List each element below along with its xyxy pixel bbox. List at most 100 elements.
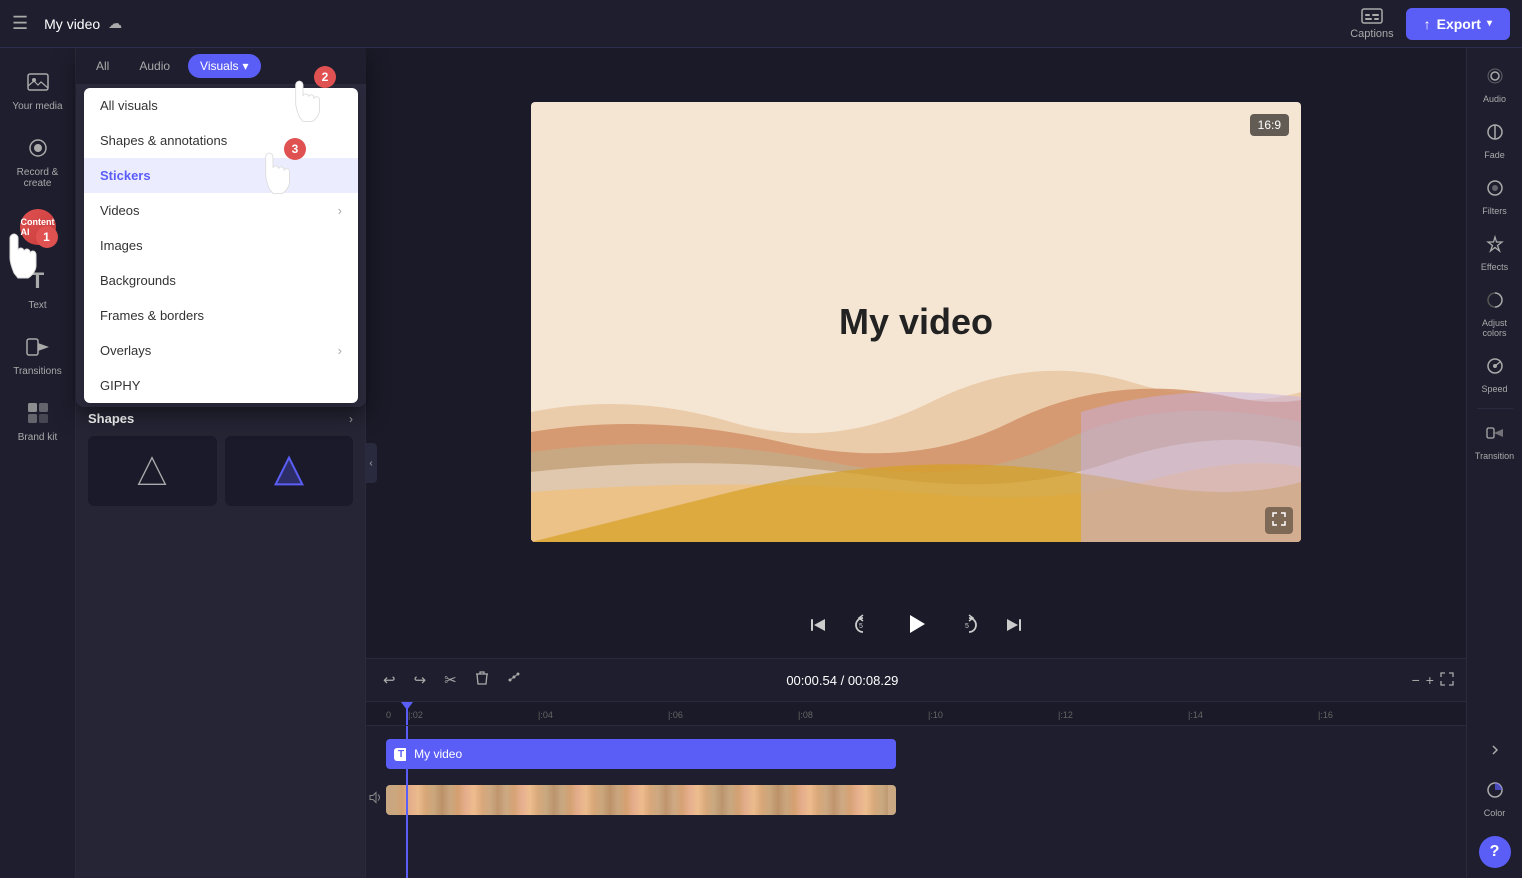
main-layout: Your media Record &create ContentAI 1 [0,48,1522,878]
sidebar-item-text[interactable]: T Text [4,257,72,319]
sidebar-item-brand-kit[interactable]: Brand kit [4,389,72,451]
tab-all[interactable]: All [84,54,121,78]
right-sidebar-collapse[interactable] [1488,735,1502,770]
expand-timeline-button[interactable] [1440,672,1454,689]
text-clip[interactable]: T My video [386,739,896,769]
export-chevron: ▾ [1487,18,1492,29]
zoom-in-button[interactable]: + [1426,672,1434,688]
fast-forward-button[interactable]: 5 [954,610,984,645]
tab-audio[interactable]: Audio [127,54,182,78]
fullscreen-button[interactable] [1265,507,1293,534]
record-icon [22,132,54,164]
help-button[interactable]: ? [1479,836,1511,868]
media-icon [22,66,54,98]
shapes-section-header: Shapes › [88,411,353,426]
right-divider [1477,408,1513,409]
menu-all-visuals[interactable]: All visuals [84,88,358,123]
video-clip[interactable] [386,785,896,815]
filters-icon [1485,178,1505,203]
ruler-mark-08: |:08 [796,705,926,723]
sidebar-label-text: Text [28,300,46,311]
ruler-mark-16: |:16 [1316,705,1446,723]
more-options-button[interactable] [502,668,526,692]
menu-images[interactable]: Images [84,228,358,263]
right-item-color[interactable]: Color [1469,772,1521,826]
right-label-audio: Audio [1483,94,1506,104]
right-item-adjust-colors[interactable]: Adjustcolors [1469,282,1521,346]
right-item-filters[interactable]: Filters [1469,170,1521,224]
track-row-text: T My video [386,734,1466,774]
shapes-see-more[interactable]: › [349,412,353,426]
sidebar-item-your-media[interactable]: Your media [4,58,72,120]
shapes-title: Shapes [88,411,134,426]
menu-giphy[interactable]: GIPHY [84,368,358,403]
video-clip-thumbnails [394,785,888,815]
menu-frames-borders[interactable]: Frames & borders [84,298,358,333]
menu-overlays[interactable]: Overlays › [84,333,358,368]
brand-kit-icon [22,397,54,429]
skip-to-end-button[interactable] [1000,611,1028,644]
cloud-save-icon: ☁ [108,15,122,32]
zoom-out-button[interactable]: − [1412,672,1420,688]
shape-item-2[interactable] [225,436,354,506]
svg-text:5: 5 [965,623,969,630]
right-item-transition[interactable]: Transition [1469,415,1521,469]
adjust-colors-icon [1485,290,1505,315]
playback-controls: 5 5 [366,596,1466,658]
timeline-toolbar: ↩ ↪ ✂ 00:00.54 / 00:08.29 − + [366,659,1466,702]
ruler-mark-06: |:06 [666,705,796,723]
sidebar-item-record-create[interactable]: Record &create [4,124,72,197]
overlays-arrow: › [338,343,342,358]
transitions-icon [22,331,54,363]
transition-icon [1485,423,1505,448]
right-label-fade: Fade [1484,150,1505,160]
video-bg-svg [531,212,1301,542]
text-clip-label: My video [414,747,462,761]
sidebar-label-transitions: Transitions [13,366,62,377]
hamburger-menu[interactable]: ☰ [12,13,28,34]
right-item-speed[interactable]: Speed [1469,348,1521,402]
sidebar-item-content-ai[interactable]: ContentAI 1 [4,201,72,253]
tab-visuals[interactable]: Visuals ▾ [188,54,261,78]
ruler-mark-02: |:02 [406,705,536,723]
rewind-button[interactable]: 5 [848,610,878,645]
sidebar-label-your-media: Your media [12,101,62,112]
audio-icon [1485,66,1505,91]
captions-icon [1361,8,1383,26]
export-button[interactable]: ↑ Export ▾ [1406,8,1510,40]
panel-area: All Audio Visuals ▾ 2 All visuals [76,48,366,878]
delete-button[interactable] [470,667,494,693]
right-label-color: Color [1484,808,1506,818]
captions-button[interactable]: Captions [1350,8,1393,40]
speed-icon [1485,356,1505,381]
shapes-grid [88,436,353,506]
videos-arrow: › [338,203,342,218]
color-icon [1485,780,1505,805]
sidebar-label-brand-kit: Brand kit [18,432,57,443]
right-label-adjust-colors: Adjustcolors [1482,318,1507,338]
svg-text:5: 5 [859,623,863,630]
ruler-mark-12: |:12 [1056,705,1186,723]
track-row-video [386,780,1466,820]
cut-button[interactable]: ✂ [439,668,462,692]
right-item-fade[interactable]: Fade [1469,114,1521,168]
shape-item-1[interactable] [88,436,217,506]
menu-stickers[interactable]: Stickers 3 [84,158,358,193]
top-bar-right: Captions ↑ Export ▾ [1350,8,1510,40]
ruler-mark-04: |:04 [536,705,666,723]
right-sidebar: Audio Fade Filters Effects [1466,48,1522,878]
timeline-ruler: 0 |:02 |:04 |:06 |:08 |:10 |:12 |:14 |:1… [366,702,1466,726]
skip-to-start-button[interactable] [804,611,832,644]
redo-button[interactable]: ↪ [409,668,432,692]
undo-button[interactable]: ↩ [378,668,401,692]
menu-shapes-annotations[interactable]: Shapes & annotations [84,123,358,158]
menu-videos[interactable]: Videos › [84,193,358,228]
panel-collapse-handle[interactable]: ‹ [365,443,377,483]
play-pause-button[interactable] [894,606,938,648]
sidebar-item-transitions[interactable]: Transitions [4,323,72,385]
visuals-dropdown-menu: All visuals Shapes & annotations Sticker… [84,88,358,403]
right-item-audio[interactable]: Audio [1469,58,1521,112]
ruler-mark-14: |:14 [1186,705,1316,723]
right-item-effects[interactable]: Effects [1469,226,1521,280]
menu-backgrounds[interactable]: Backgrounds [84,263,358,298]
